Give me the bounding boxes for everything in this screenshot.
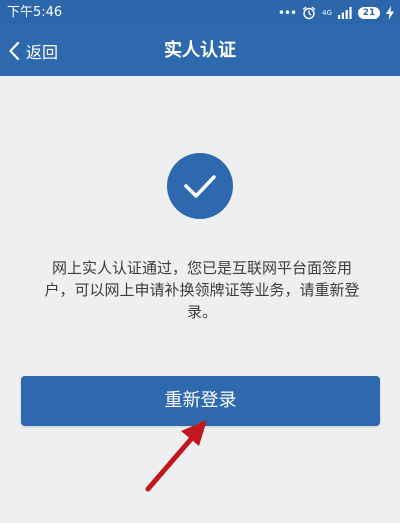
charging-icon — [386, 6, 394, 20]
network-label: 4G — [322, 9, 332, 17]
status-bar: 下午5:46 ••• 4G 21 — [0, 0, 400, 26]
nav-bar: 返回 实人认证 — [0, 26, 400, 76]
signal-icon — [338, 7, 352, 19]
status-icons: ••• 4G 21 — [278, 4, 394, 22]
signal-dots-icon: ••• — [277, 6, 297, 20]
status-time: 下午5:46 — [7, 5, 63, 20]
checkmark-icon — [184, 175, 216, 198]
success-message: 网上实人认证通过，您已是互联网平台面签用户，可以网上申请补换领牌证等业务，请重新… — [44, 259, 360, 321]
battery-icon: 21 — [358, 7, 380, 19]
relogin-button[interactable]: 重新登录 — [21, 376, 380, 426]
page-title: 实人认证 — [164, 40, 236, 61]
alarm-icon — [302, 6, 316, 20]
success-badge — [167, 153, 233, 219]
